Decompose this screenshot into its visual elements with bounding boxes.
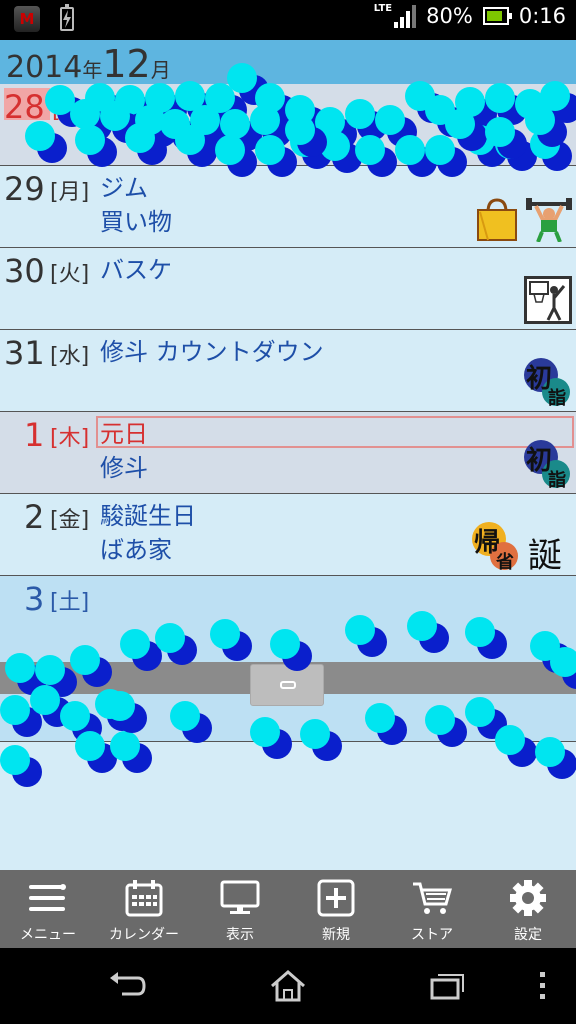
month-title[interactable]: 2014年12月 xyxy=(6,42,171,86)
day-of-week: [日] xyxy=(52,98,92,123)
day-row-28[interactable]: 28 [日] xyxy=(0,84,576,166)
touch-dot xyxy=(0,745,30,775)
new-label: 新規 xyxy=(322,927,350,943)
menu-icon xyxy=(28,878,68,918)
holiday-highlight xyxy=(96,416,574,448)
settings-label: 設定 xyxy=(514,927,542,943)
recent-apps-icon[interactable] xyxy=(428,968,468,1004)
day-number: 28 xyxy=(4,88,45,126)
store-label: ストア xyxy=(411,927,453,943)
scroll-handle[interactable] xyxy=(250,664,324,706)
day-number: 1 xyxy=(24,416,45,454)
settings-button[interactable]: 設定 xyxy=(480,870,576,948)
calendar-button[interactable]: カレンダー xyxy=(96,870,192,948)
calendar-app: 2014年12月 28 [日] 29 [月] ジム 買い物 30 [火] バスケ… xyxy=(0,40,576,870)
cart-icon xyxy=(412,878,452,918)
home-icon[interactable] xyxy=(268,968,308,1004)
year-label: 2014 xyxy=(6,50,83,85)
day-number: 30 xyxy=(4,252,45,290)
charging-icon xyxy=(60,4,74,31)
touch-dot-shadow xyxy=(87,743,117,773)
year-suffix: 年 xyxy=(82,58,103,82)
add-icon xyxy=(316,878,356,918)
calendar-label: カレンダー xyxy=(109,927,179,943)
shopping-bag-icon xyxy=(474,196,520,246)
menu-button[interactable]: メニュー xyxy=(0,870,96,948)
birthday-icon: 誕 xyxy=(528,536,562,576)
event-title[interactable]: 買い物 xyxy=(100,202,172,237)
holiday-title[interactable]: 元日 xyxy=(100,414,148,449)
network-type: LTE xyxy=(373,2,393,14)
day-row-1[interactable]: 1 [木] 元日 修斗 初 詣 xyxy=(0,412,576,494)
kisei-icon: 帰 省 xyxy=(472,522,522,573)
mcafee-icon: M xyxy=(14,6,40,32)
month-suffix: 月 xyxy=(150,58,171,82)
day-number: 31 xyxy=(4,334,45,372)
basketball-icon xyxy=(524,276,572,328)
touch-dot-shadow xyxy=(12,757,42,787)
battery-percent: 80% xyxy=(426,4,473,28)
day-of-week: [月] xyxy=(50,180,90,205)
hatsumode-icon: 初 詣 xyxy=(524,440,574,491)
day-row-30[interactable]: 30 [火] バスケ xyxy=(0,248,576,330)
day-row-29[interactable]: 29 [月] ジム 買い物 xyxy=(0,166,576,248)
monitor-icon xyxy=(220,878,260,918)
event-title[interactable]: 修斗 xyxy=(100,448,148,483)
day-of-week: [土] xyxy=(50,590,90,615)
bottom-toolbar: メニュー カレンダー 表示 新規 ストア 設定 xyxy=(0,870,576,948)
day-row-2[interactable]: 2 [金] 駿誕生日 ばあ家 帰 省 誕 xyxy=(0,494,576,576)
event-title[interactable]: 駿誕生日 xyxy=(100,496,196,531)
status-bar: M LTE 80% 0:16 xyxy=(0,0,576,40)
store-button[interactable]: ストア xyxy=(384,870,480,948)
weightlifting-icon xyxy=(526,198,572,246)
gear-icon xyxy=(508,878,548,918)
new-button[interactable]: 新規 xyxy=(288,870,384,948)
touch-dot-shadow xyxy=(122,743,152,773)
system-nav-bar xyxy=(0,948,576,1024)
display-label: 表示 xyxy=(226,927,254,943)
event-title[interactable]: ばあ家 xyxy=(100,530,172,565)
day-number: 2 xyxy=(24,498,45,536)
day-row-31[interactable]: 31 [水] 修斗 カウントダウン 初 詣 xyxy=(0,330,576,412)
day-of-week: [金] xyxy=(50,508,90,533)
event-title[interactable]: バスケ xyxy=(100,250,172,285)
battery-icon xyxy=(482,7,512,25)
month-label: 12 xyxy=(102,42,151,86)
menu-label: メニュー xyxy=(20,927,76,943)
overflow-menu-icon[interactable] xyxy=(534,968,550,1004)
day-of-week: [木] xyxy=(50,426,90,451)
event-title[interactable]: ジム xyxy=(100,168,148,203)
mairi-glyph: 詣 xyxy=(548,388,566,409)
clock: 0:16 xyxy=(518,4,566,28)
day-of-week: [水] xyxy=(50,344,90,369)
day-row-3[interactable]: 3 [土] xyxy=(0,576,576,742)
mairi-glyph: 詣 xyxy=(548,470,566,491)
sei-glyph: 省 xyxy=(496,552,514,573)
touch-dot-shadow xyxy=(547,749,576,779)
day-of-week: [火] xyxy=(50,262,90,287)
day-number: 29 xyxy=(4,170,45,208)
calendar-icon xyxy=(124,878,164,918)
signal-icon xyxy=(394,4,417,28)
day-number: 3 xyxy=(24,580,45,618)
hatsumode-icon: 初 詣 xyxy=(524,358,574,409)
month-header: 2014年12月 xyxy=(0,40,576,86)
back-icon[interactable] xyxy=(108,968,148,1004)
event-title[interactable]: 修斗 カウントダウン xyxy=(100,332,324,367)
display-button[interactable]: 表示 xyxy=(192,870,288,948)
